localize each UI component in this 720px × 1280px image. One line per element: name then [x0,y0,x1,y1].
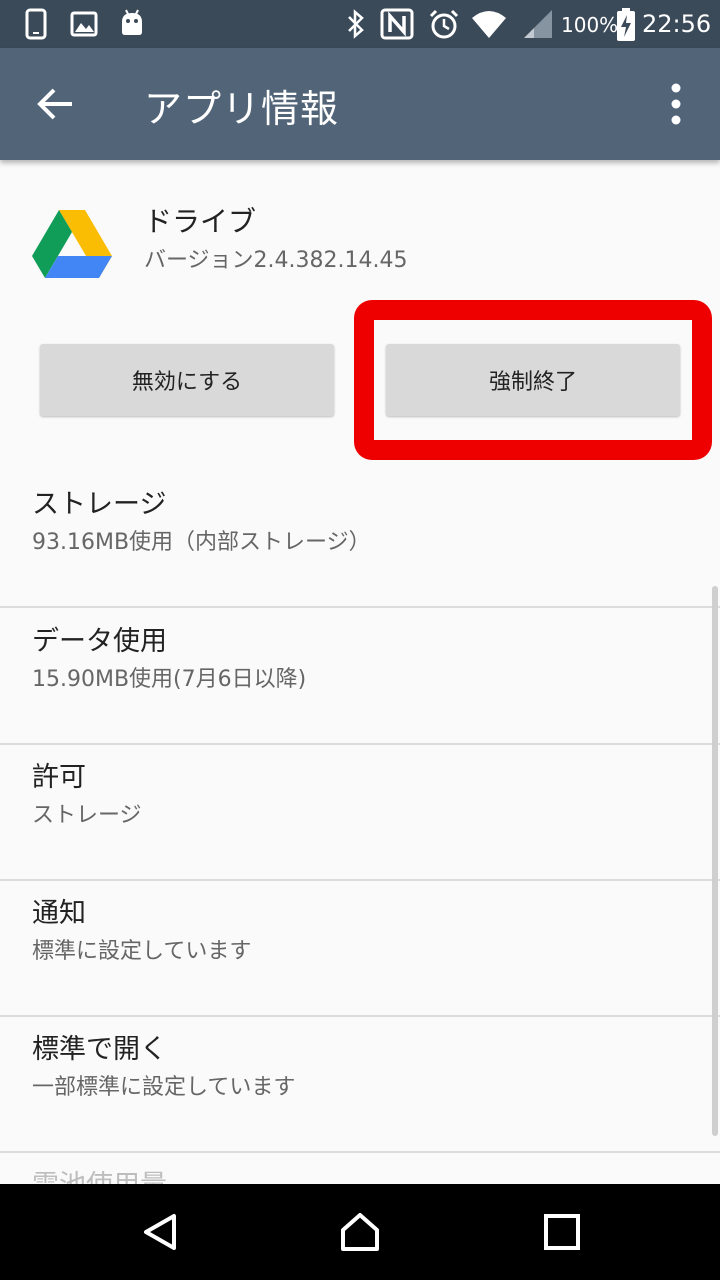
clock: 22:56 [642,10,712,38]
row-subtitle: 一部標準に設定しています [32,1075,296,1100]
app-bar: アプリ情報 [0,48,720,160]
row-subtitle: ストレージ [32,803,142,828]
settings-row-open-by-default[interactable]: 標準で開く 一部標準に設定しています [0,1027,720,1163]
row-title: 電池使用量 [32,1163,167,1184]
row-title: 通知 [32,898,86,929]
image-icon [70,11,98,37]
battery-percent: 100% [561,13,619,37]
nav-home-icon[interactable] [340,1212,380,1252]
divider [0,879,720,881]
row-title: データ使用 [32,626,167,657]
settings-row-storage[interactable]: ストレージ 93.16MB使用（内部ストレージ） [0,482,720,618]
app-version: バージョン2.4.382.14.45 [144,248,408,273]
nav-back-icon[interactable] [140,1212,180,1252]
disable-button[interactable]: 無効にする [40,344,334,416]
row-subtitle: 93.16MB使用（内部ストレージ） [32,530,371,555]
wifi-icon [472,11,506,38]
divider [0,606,720,608]
row-subtitle: 標準に設定しています [32,939,252,964]
settings-row-battery[interactable]: 電池使用量 [0,1163,720,1184]
more-vert-icon[interactable] [660,82,692,126]
signal-icon [524,10,552,38]
page-title: アプリ情報 [144,87,340,131]
force-stop-button[interactable]: 強制終了 [386,344,680,416]
row-title: 標準で開く [32,1034,167,1065]
divider [0,1015,720,1017]
divider [0,1151,720,1153]
divider [0,743,720,745]
arrow-back-icon[interactable] [36,84,76,124]
alarm-icon [429,9,459,39]
scrollbar[interactable] [712,586,718,1136]
phone-icon [25,8,47,40]
app-info-content[interactable]: ドライブ バージョン2.4.382.14.45 無効にする 強制終了 ストレージ… [0,160,720,1184]
row-subtitle: 15.90MB使用(7月6日以降) [32,667,307,692]
app-name: ドライブ [144,205,257,238]
android-icon [122,9,142,35]
nfc-icon [380,8,414,40]
settings-row-permissions[interactable]: 許可 ストレージ [0,755,720,891]
settings-row-data-usage[interactable]: データ使用 15.90MB使用(7月6日以降) [0,619,720,755]
bluetooth-icon [348,9,364,39]
row-title: 許可 [32,762,86,793]
google-drive-icon [32,210,112,278]
nav-recents-icon[interactable] [542,1212,582,1252]
settings-row-notifications[interactable]: 通知 標準に設定しています [0,891,720,1027]
row-title: ストレージ [32,489,167,520]
battery-charging-icon [617,8,635,41]
navigation-bar [0,1184,720,1280]
status-bar: 100% 22:56 [0,0,720,48]
